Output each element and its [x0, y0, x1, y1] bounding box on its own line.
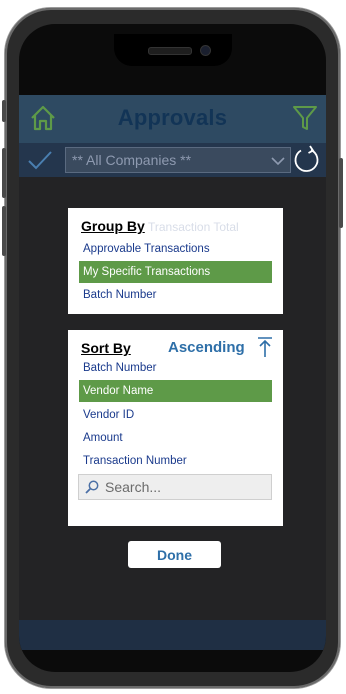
- sort-by-option-vendor-name[interactable]: Vendor Name: [79, 380, 272, 402]
- speaker: [148, 47, 192, 55]
- notch: [114, 34, 232, 66]
- done-button[interactable]: Done: [128, 541, 221, 568]
- group-by-option-approvable-transactions[interactable]: Approvable Transactions: [79, 238, 272, 260]
- phone-screen: Approvals ** All Companies ** Group By T…: [19, 24, 326, 672]
- group-by-ghost-text: Transaction Total: [148, 220, 239, 234]
- check-icon[interactable]: [27, 148, 53, 172]
- sort-by-option-amount[interactable]: Amount: [79, 427, 272, 449]
- sort-direction-toggle[interactable]: Ascending: [168, 339, 245, 356]
- camera: [200, 45, 211, 56]
- sort-by-option-vendor-id[interactable]: Vendor ID: [79, 404, 272, 426]
- volume-up-button: [2, 148, 6, 198]
- power-button: [339, 158, 343, 228]
- sort-by-heading: Sort By: [81, 340, 131, 356]
- filter-icon[interactable]: [292, 104, 318, 132]
- sort-by-option-batch-number[interactable]: Batch Number: [79, 357, 272, 379]
- footer-bar: [19, 620, 326, 650]
- chevron-down-icon: [271, 157, 285, 166]
- group-by-option-my-specific-transactions[interactable]: My Specific Transactions: [79, 261, 272, 283]
- volume-down-button: [2, 206, 6, 256]
- page-title: Approvals: [117, 105, 228, 130]
- group-by-option-batch-number[interactable]: Batch Number: [79, 284, 272, 306]
- app-screen: Approvals ** All Companies ** Group By T…: [19, 95, 326, 650]
- phone-frame: Approvals ** All Companies ** Group By T…: [2, 8, 343, 688]
- sort-search-box[interactable]: [78, 474, 272, 500]
- search-input[interactable]: [105, 477, 265, 497]
- sort-ascending-arrow-icon[interactable]: [257, 336, 273, 358]
- search-icon: [85, 480, 99, 494]
- group-by-heading: Group By: [81, 218, 145, 234]
- app-header: Approvals: [19, 95, 326, 143]
- sort-by-option-transaction-number[interactable]: Transaction Number: [79, 450, 272, 472]
- company-toolbar: ** All Companies **: [19, 143, 326, 177]
- company-select[interactable]: ** All Companies **: [65, 147, 291, 173]
- refresh-icon[interactable]: [292, 145, 322, 175]
- group-by-panel: Group By Transaction Total Approvable Tr…: [68, 208, 283, 314]
- mute-switch: [2, 100, 6, 122]
- company-select-value: ** All Companies **: [72, 152, 192, 168]
- sort-by-panel: Sort By Ascending Batch Number Vendor Na…: [68, 330, 283, 526]
